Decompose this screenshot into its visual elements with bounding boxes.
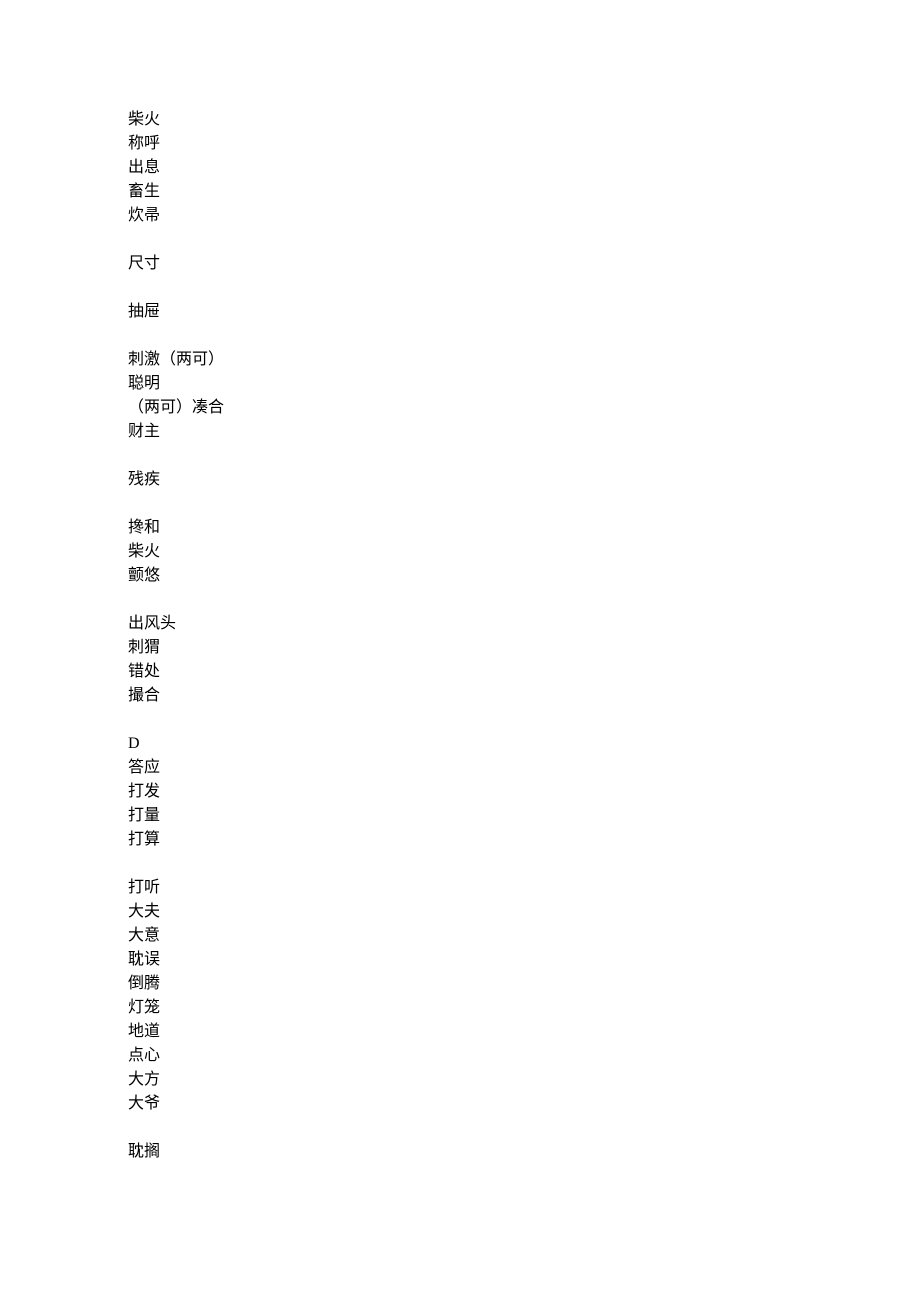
text-line: 耽搁	[128, 1140, 920, 1164]
text-line: 大意	[128, 924, 920, 948]
blank-line	[128, 1116, 920, 1140]
text-line: 大爷	[128, 1092, 920, 1116]
blank-line	[128, 444, 920, 468]
blank-line	[128, 708, 920, 732]
text-line: 打发	[128, 780, 920, 804]
text-line: 颤悠	[128, 564, 920, 588]
text-line: 灯笼	[128, 996, 920, 1020]
text-line: 出息	[128, 156, 920, 180]
text-line: 搀和	[128, 516, 920, 540]
text-line: 点心	[128, 1044, 920, 1068]
document-content: 柴火称呼出息畜生炊帚尺寸抽屉刺激（两可）聪明（两可）凑合财主残疾搀和柴火颤悠出风…	[128, 108, 920, 1164]
text-line: 尺寸	[128, 252, 920, 276]
text-line: （两可）凑合	[128, 396, 920, 420]
text-line: 畜生	[128, 180, 920, 204]
text-line: 柴火	[128, 540, 920, 564]
text-line: 聪明	[128, 372, 920, 396]
blank-line	[128, 852, 920, 876]
text-line: 大夫	[128, 900, 920, 924]
blank-line	[128, 276, 920, 300]
blank-line	[128, 588, 920, 612]
text-line: 错处	[128, 660, 920, 684]
text-line: 打听	[128, 876, 920, 900]
blank-line	[128, 228, 920, 252]
text-line: 抽屉	[128, 300, 920, 324]
text-line: 打算	[128, 828, 920, 852]
text-line: 炊帚	[128, 204, 920, 228]
text-line: 财主	[128, 420, 920, 444]
text-line: 称呼	[128, 132, 920, 156]
text-line: 耽误	[128, 948, 920, 972]
text-line: 打量	[128, 804, 920, 828]
text-line: 倒腾	[128, 972, 920, 996]
text-line: 地道	[128, 1020, 920, 1044]
text-line: 残疾	[128, 468, 920, 492]
blank-line	[128, 324, 920, 348]
text-line: 刺激（两可）	[128, 348, 920, 372]
text-line: 柴火	[128, 108, 920, 132]
text-line: 撮合	[128, 684, 920, 708]
text-line: 答应	[128, 756, 920, 780]
text-line: 出风头	[128, 612, 920, 636]
text-line: D	[128, 732, 920, 756]
text-line: 大方	[128, 1068, 920, 1092]
text-line: 刺猬	[128, 636, 920, 660]
blank-line	[128, 492, 920, 516]
